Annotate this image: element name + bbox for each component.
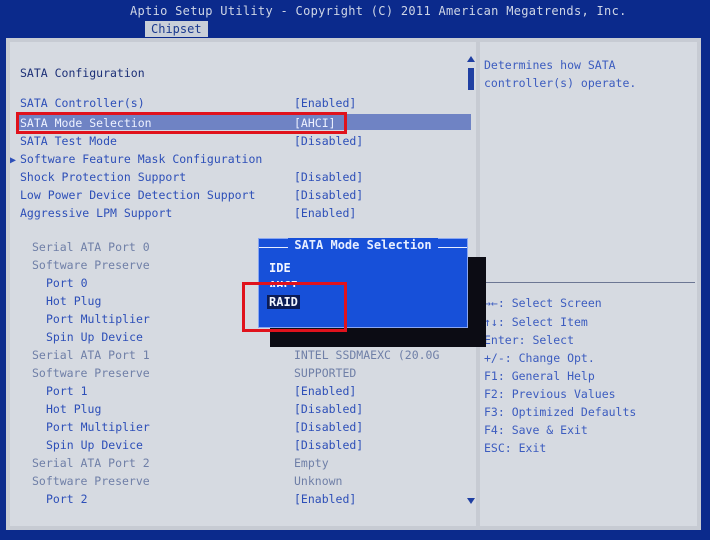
hot-plug-1-value[interactable]: [Disabled] bbox=[294, 402, 363, 416]
key-esc-exit: ESC: Exit bbox=[484, 441, 547, 455]
port-multiplier-0-label[interactable]: Port Multiplier bbox=[46, 312, 150, 326]
port-multiplier-1-label[interactable]: Port Multiplier bbox=[46, 420, 150, 434]
scroll-thumb[interactable] bbox=[468, 68, 474, 90]
help-description-line-1: Determines how SATA bbox=[484, 58, 616, 72]
option-ide[interactable]: IDE bbox=[269, 261, 291, 275]
submenu-arrow-icon: ▶ bbox=[10, 155, 17, 166]
key-previous-values: F2: Previous Values bbox=[484, 387, 616, 401]
low-power-detection-label[interactable]: Low Power Device Detection Support bbox=[20, 188, 255, 202]
key-enter-select: Enter: Select bbox=[484, 333, 575, 347]
port-multiplier-1-value[interactable]: [Disabled] bbox=[294, 420, 363, 434]
key-optimized-defaults: F3: Optimized Defaults bbox=[484, 405, 637, 419]
software-preserve-1-label: Software Preserve bbox=[32, 366, 150, 380]
serial-ata-port1-value: INTEL SSDMAEXC (20.0G bbox=[294, 348, 440, 362]
serial-ata-port2-value: Empty bbox=[294, 456, 329, 470]
spin-up-device-1-value[interactable]: [Disabled] bbox=[294, 438, 363, 452]
help-divider bbox=[482, 282, 695, 283]
key-select-item: ↑↓: Select Item bbox=[484, 315, 588, 329]
port2-value[interactable]: [Enabled] bbox=[294, 492, 356, 506]
software-preserve-0-label: Software Preserve bbox=[32, 258, 150, 272]
tab-chipset[interactable]: Chipset bbox=[145, 21, 208, 37]
annotation-box-mode-selection bbox=[16, 112, 347, 134]
scroll-down-arrow-icon[interactable] bbox=[467, 498, 475, 504]
spin-up-device-0-label[interactable]: Spin Up Device bbox=[46, 330, 143, 344]
sata-test-mode-value[interactable]: [Disabled] bbox=[294, 134, 363, 148]
port1-value[interactable]: [Enabled] bbox=[294, 384, 356, 398]
serial-ata-port1-label: Serial ATA Port 1 bbox=[32, 348, 150, 362]
bios-screen: Aptio Setup Utility - Copyright (C) 2011… bbox=[0, 0, 710, 540]
hot-plug-1-label[interactable]: Hot Plug bbox=[46, 402, 101, 416]
hot-plug-0-label[interactable]: Hot Plug bbox=[46, 294, 101, 308]
software-preserve-2-value: Unknown bbox=[294, 474, 343, 488]
aggressive-lpm-label[interactable]: Aggressive LPM Support bbox=[20, 206, 172, 220]
port0-label[interactable]: Port 0 bbox=[46, 276, 88, 290]
spin-up-device-1-label[interactable]: Spin Up Device bbox=[46, 438, 143, 452]
software-preserve-2-label: Software Preserve bbox=[32, 474, 150, 488]
port2-label[interactable]: Port 2 bbox=[46, 492, 88, 506]
software-feature-mask-label[interactable]: Software Feature Mask Configuration bbox=[20, 152, 262, 166]
key-select-screen: →←: Select Screen bbox=[484, 296, 602, 310]
low-power-detection-value[interactable]: [Disabled] bbox=[294, 188, 363, 202]
popup-title-text: SATA Mode Selection bbox=[288, 238, 438, 252]
popup-title: SATA Mode Selection bbox=[259, 238, 467, 252]
shock-protection-value[interactable]: [Disabled] bbox=[294, 170, 363, 184]
serial-ata-port2-label: Serial ATA Port 2 bbox=[32, 456, 150, 470]
key-save-exit: F4: Save & Exit bbox=[484, 423, 588, 437]
help-description-line-2: controller(s) operate. bbox=[484, 76, 637, 90]
port1-label[interactable]: Port 1 bbox=[46, 384, 88, 398]
title-bar: Aptio Setup Utility - Copyright (C) 2011… bbox=[0, 0, 710, 38]
section-title: SATA Configuration bbox=[20, 66, 145, 80]
serial-ata-port0-label: Serial ATA Port 0 bbox=[32, 240, 150, 254]
app-title: Aptio Setup Utility - Copyright (C) 2011… bbox=[130, 4, 627, 18]
sata-controllers-label[interactable]: SATA Controller(s) bbox=[20, 96, 145, 110]
shock-protection-label[interactable]: Shock Protection Support bbox=[20, 170, 186, 184]
aggressive-lpm-value[interactable]: [Enabled] bbox=[294, 206, 356, 220]
key-change-opt: +/-: Change Opt. bbox=[484, 351, 595, 365]
sata-test-mode-label[interactable]: SATA Test Mode bbox=[20, 134, 117, 148]
annotation-box-raid bbox=[242, 282, 347, 332]
scroll-up-arrow-icon[interactable] bbox=[467, 56, 475, 62]
software-preserve-1-value: SUPPORTED bbox=[294, 366, 357, 380]
sata-controllers-value[interactable]: [Enabled] bbox=[294, 96, 356, 110]
key-general-help: F1: General Help bbox=[484, 369, 595, 383]
